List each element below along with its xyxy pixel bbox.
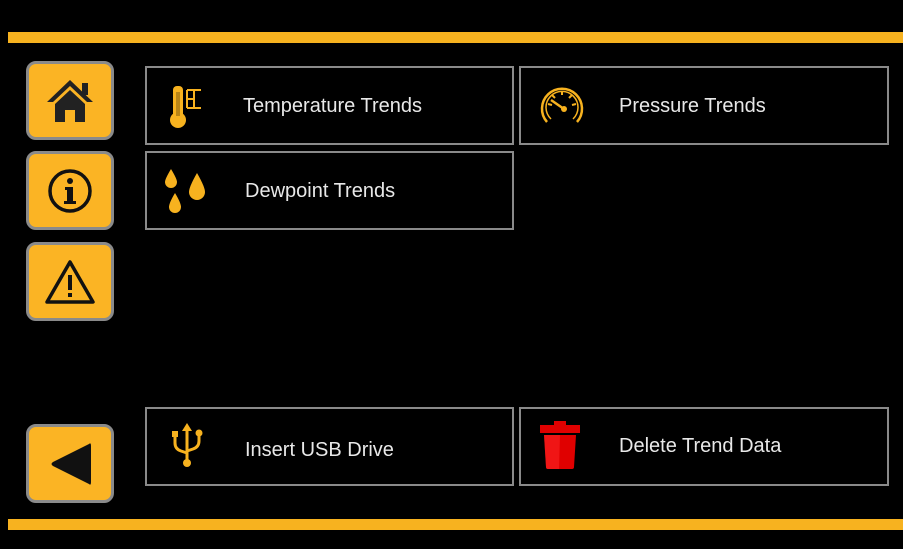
delete-trend-data-button[interactable]: Delete Trend Data: [519, 407, 889, 486]
dewpoint-trends-label: Dewpoint Trends: [245, 180, 396, 202]
temperature-trends-label: Temperature Trends: [243, 95, 422, 117]
usb-icon: [172, 423, 203, 467]
info-button[interactable]: [26, 151, 114, 230]
info-icon: [48, 168, 92, 213]
back-button[interactable]: [26, 424, 114, 503]
bottom-accent-bar: [8, 519, 903, 530]
dewpoint-trends-button[interactable]: Dewpoint Trends: [145, 151, 514, 230]
home-icon: [47, 79, 93, 122]
trash-icon: [540, 421, 580, 469]
pressure-trends-button[interactable]: Pressure Trends: [519, 66, 889, 145]
home-button[interactable]: [26, 61, 114, 140]
back-arrow-icon: [51, 442, 91, 485]
top-accent-bar: [8, 32, 903, 43]
insert-usb-drive-label: Insert USB Drive: [245, 439, 394, 461]
thermometer-icon: [170, 86, 201, 128]
insert-usb-drive-button[interactable]: Insert USB Drive: [145, 407, 514, 486]
pressure-trends-label: Pressure Trends: [619, 95, 766, 117]
temperature-trends-button[interactable]: Temperature Trends: [145, 66, 514, 145]
warning-button[interactable]: [26, 242, 114, 321]
gauge-icon: [540, 87, 584, 123]
warning-icon: [45, 259, 95, 304]
droplets-icon: [165, 169, 205, 213]
delete-trend-data-label: Delete Trend Data: [619, 435, 782, 457]
